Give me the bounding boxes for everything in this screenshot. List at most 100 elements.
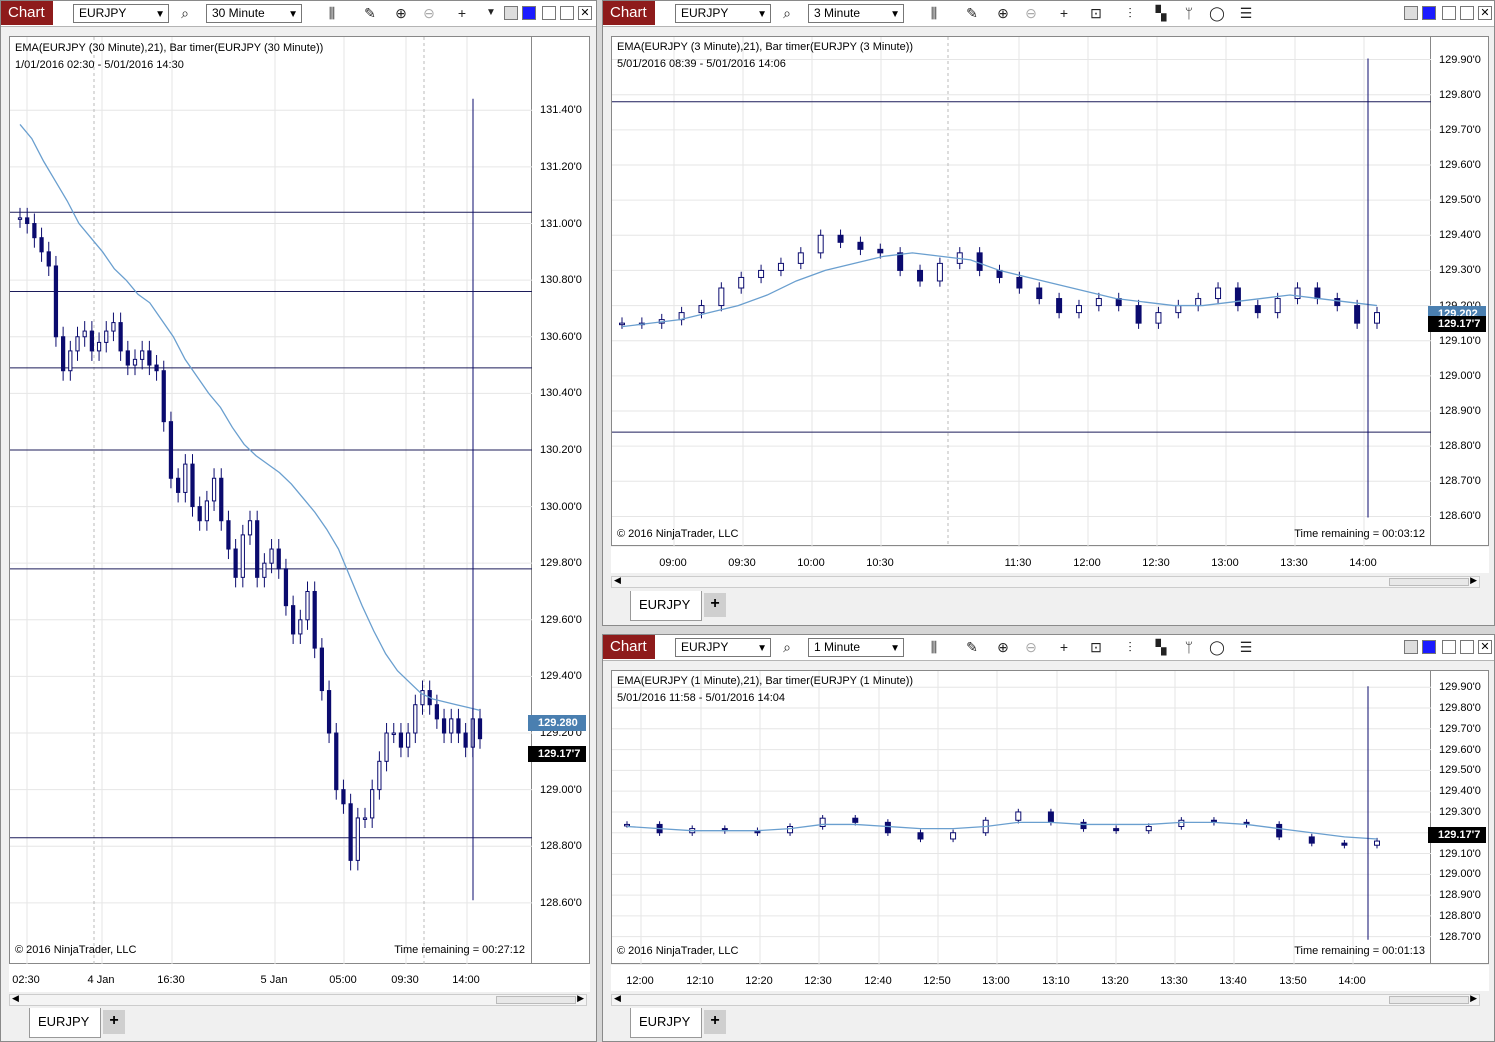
- tab-eurjpy[interactable]: EURJPY: [630, 1008, 702, 1038]
- indicators-icon[interactable]: ⫶: [1121, 638, 1139, 656]
- candle-body: [1178, 819, 1185, 828]
- minimize-button[interactable]: [1404, 6, 1418, 20]
- restore-button[interactable]: [1460, 640, 1474, 654]
- color-link-button[interactable]: [1422, 6, 1436, 20]
- candle-body: [262, 562, 267, 578]
- price-tick-label: 129.70'0: [1439, 722, 1481, 735]
- list-icon[interactable]: ☰: [1237, 4, 1255, 22]
- interval-select[interactable]: 1 Minute ▼: [808, 638, 904, 657]
- data-box-icon[interactable]: ⊡: [1087, 4, 1105, 22]
- candle-body: [1175, 305, 1182, 314]
- close-button[interactable]: ✕: [578, 6, 592, 20]
- pencil-icon[interactable]: ✎: [963, 638, 981, 656]
- scroll-right-icon[interactable]: ▶: [1470, 575, 1477, 586]
- color-link-button[interactable]: [1422, 640, 1436, 654]
- time-tick-label: 09:30: [728, 557, 756, 569]
- properties-icon[interactable]: ◯: [1208, 4, 1226, 22]
- strategy-icon[interactable]: ᛘ: [1180, 4, 1198, 22]
- candle-body: [17, 217, 23, 220]
- scroll-left-icon[interactable]: ◀: [614, 993, 621, 1004]
- dropdown-icon[interactable]: ▼: [482, 4, 500, 22]
- instrument-select[interactable]: EURJPY ▼: [675, 638, 771, 657]
- time-axis[interactable]: 09:00 09:30 10:00 10:30 11:30 12:00 12:30 13:00…: [611, 547, 1489, 573]
- horizontal-scrollbar[interactable]: ◀ ▶: [611, 575, 1480, 588]
- candle-body: [312, 590, 317, 649]
- pencil-icon[interactable]: ✎: [963, 4, 981, 22]
- tab-eurjpy[interactable]: EURJPY: [630, 591, 702, 621]
- add-tab-button[interactable]: +: [103, 1010, 125, 1034]
- scroll-right-icon[interactable]: ▶: [577, 993, 584, 1004]
- maximize-button[interactable]: [542, 6, 556, 20]
- candle-body: [211, 477, 217, 502]
- time-tick-label: 5 Jan: [260, 974, 288, 986]
- scroll-right-icon[interactable]: ▶: [1470, 993, 1477, 1004]
- close-button[interactable]: ✕: [1478, 640, 1492, 654]
- add-tab-button[interactable]: +: [704, 593, 726, 617]
- candle-body: [219, 477, 224, 522]
- candle-body: [176, 477, 181, 493]
- chart-menu-button[interactable]: Chart: [603, 635, 655, 659]
- search-icon[interactable]: ⌕: [778, 638, 796, 656]
- minimize-button[interactable]: [1404, 640, 1418, 654]
- interval-select[interactable]: 30 Minute ▼: [206, 4, 302, 23]
- price-axis[interactable]: 131.40'0 131.20'0 131.00'0 130.80'0 130.60'0…: [532, 36, 590, 964]
- candle-body: [391, 732, 396, 736]
- bars-icon[interactable]: ⫼: [925, 638, 943, 656]
- horizontal-scrollbar[interactable]: ◀ ▶: [611, 993, 1480, 1006]
- scroll-left-icon[interactable]: ◀: [614, 575, 621, 586]
- restore-button[interactable]: [1460, 6, 1474, 20]
- price-panel[interactable]: EMA(EURJPY (1 Minute),21), Bar timer(EUR…: [611, 670, 1432, 965]
- candle-body: [140, 350, 145, 360]
- instrument-select[interactable]: EURJPY ▼: [73, 4, 169, 23]
- zoom-in-icon[interactable]: ⊕: [994, 4, 1012, 22]
- chart-style-icon[interactable]: ▚: [1152, 4, 1170, 22]
- zoom-out-icon[interactable]: ⊖: [1022, 638, 1040, 656]
- time-axis[interactable]: 12:00 12:10 12:20 12:30 12:40 12:50 13:00 13:10…: [611, 965, 1489, 991]
- maximize-button[interactable]: [1442, 6, 1456, 20]
- horizontal-scrollbar[interactable]: ◀ ▶: [9, 993, 587, 1006]
- crosshair-icon[interactable]: +: [1055, 4, 1073, 22]
- price-axis[interactable]: 129.90'0 129.80'0 129.70'0 129.60'0 129.50'0…: [1431, 670, 1489, 964]
- pencil-icon[interactable]: ✎: [361, 4, 379, 22]
- time-axis[interactable]: 02:30 4 Jan 16:30 5 Jan 05:00 09:30 14:00: [9, 964, 590, 992]
- instrument-select[interactable]: EURJPY ▼: [675, 4, 771, 23]
- restore-button[interactable]: [560, 6, 574, 20]
- crosshair-icon[interactable]: +: [1055, 638, 1073, 656]
- zoom-in-icon[interactable]: ⊕: [392, 4, 410, 22]
- price-axis[interactable]: 129.90'0 129.80'0 129.70'0 129.60'0 129.50'0…: [1431, 36, 1489, 546]
- data-box-icon[interactable]: ⊡: [1087, 638, 1105, 656]
- search-icon[interactable]: ⌕: [778, 4, 796, 22]
- chart-style-icon[interactable]: ▚: [1152, 638, 1170, 656]
- scroll-thumb[interactable]: [496, 996, 576, 1004]
- color-link-button[interactable]: [522, 6, 536, 20]
- price-panel[interactable]: EMA(EURJPY (30 Minute),21), Bar timer(EU…: [9, 36, 533, 965]
- close-button[interactable]: ✕: [1478, 6, 1492, 20]
- list-icon[interactable]: ☰: [1237, 638, 1255, 656]
- zoom-out-icon[interactable]: ⊖: [1022, 4, 1040, 22]
- scroll-thumb[interactable]: [1389, 996, 1469, 1004]
- price-tick-label: 129.00'0: [540, 783, 582, 796]
- price-tick-label: 129.10'0: [1439, 847, 1481, 860]
- candle-body: [434, 704, 439, 720]
- zoom-out-icon[interactable]: ⊖: [420, 4, 438, 22]
- bars-icon[interactable]: ⫼: [925, 4, 943, 22]
- strategy-icon[interactable]: ᛘ: [1180, 638, 1198, 656]
- time-tick-label: 14:00: [1338, 975, 1366, 987]
- properties-icon[interactable]: ◯: [1208, 638, 1226, 656]
- interval-select[interactable]: 3 Minute ▼: [808, 4, 904, 23]
- maximize-button[interactable]: [1442, 640, 1456, 654]
- minimize-button[interactable]: [504, 6, 518, 20]
- zoom-in-icon[interactable]: ⊕: [994, 638, 1012, 656]
- search-icon[interactable]: ⌕: [176, 4, 194, 22]
- add-tab-button[interactable]: +: [704, 1010, 726, 1034]
- indicators-icon[interactable]: ⫶: [1121, 4, 1139, 22]
- scroll-thumb[interactable]: [1389, 578, 1469, 586]
- chart-menu-button[interactable]: Chart: [603, 1, 655, 25]
- bars-icon[interactable]: ⫼: [323, 4, 341, 22]
- chart-menu-button[interactable]: Chart: [1, 1, 53, 25]
- scroll-left-icon[interactable]: ◀: [12, 993, 19, 1004]
- price-panel[interactable]: EMA(EURJPY (3 Minute),21), Bar timer(EUR…: [611, 36, 1432, 547]
- candle-body: [1113, 828, 1120, 832]
- tab-eurjpy[interactable]: EURJPY: [29, 1008, 101, 1038]
- crosshair-icon[interactable]: +: [453, 4, 471, 22]
